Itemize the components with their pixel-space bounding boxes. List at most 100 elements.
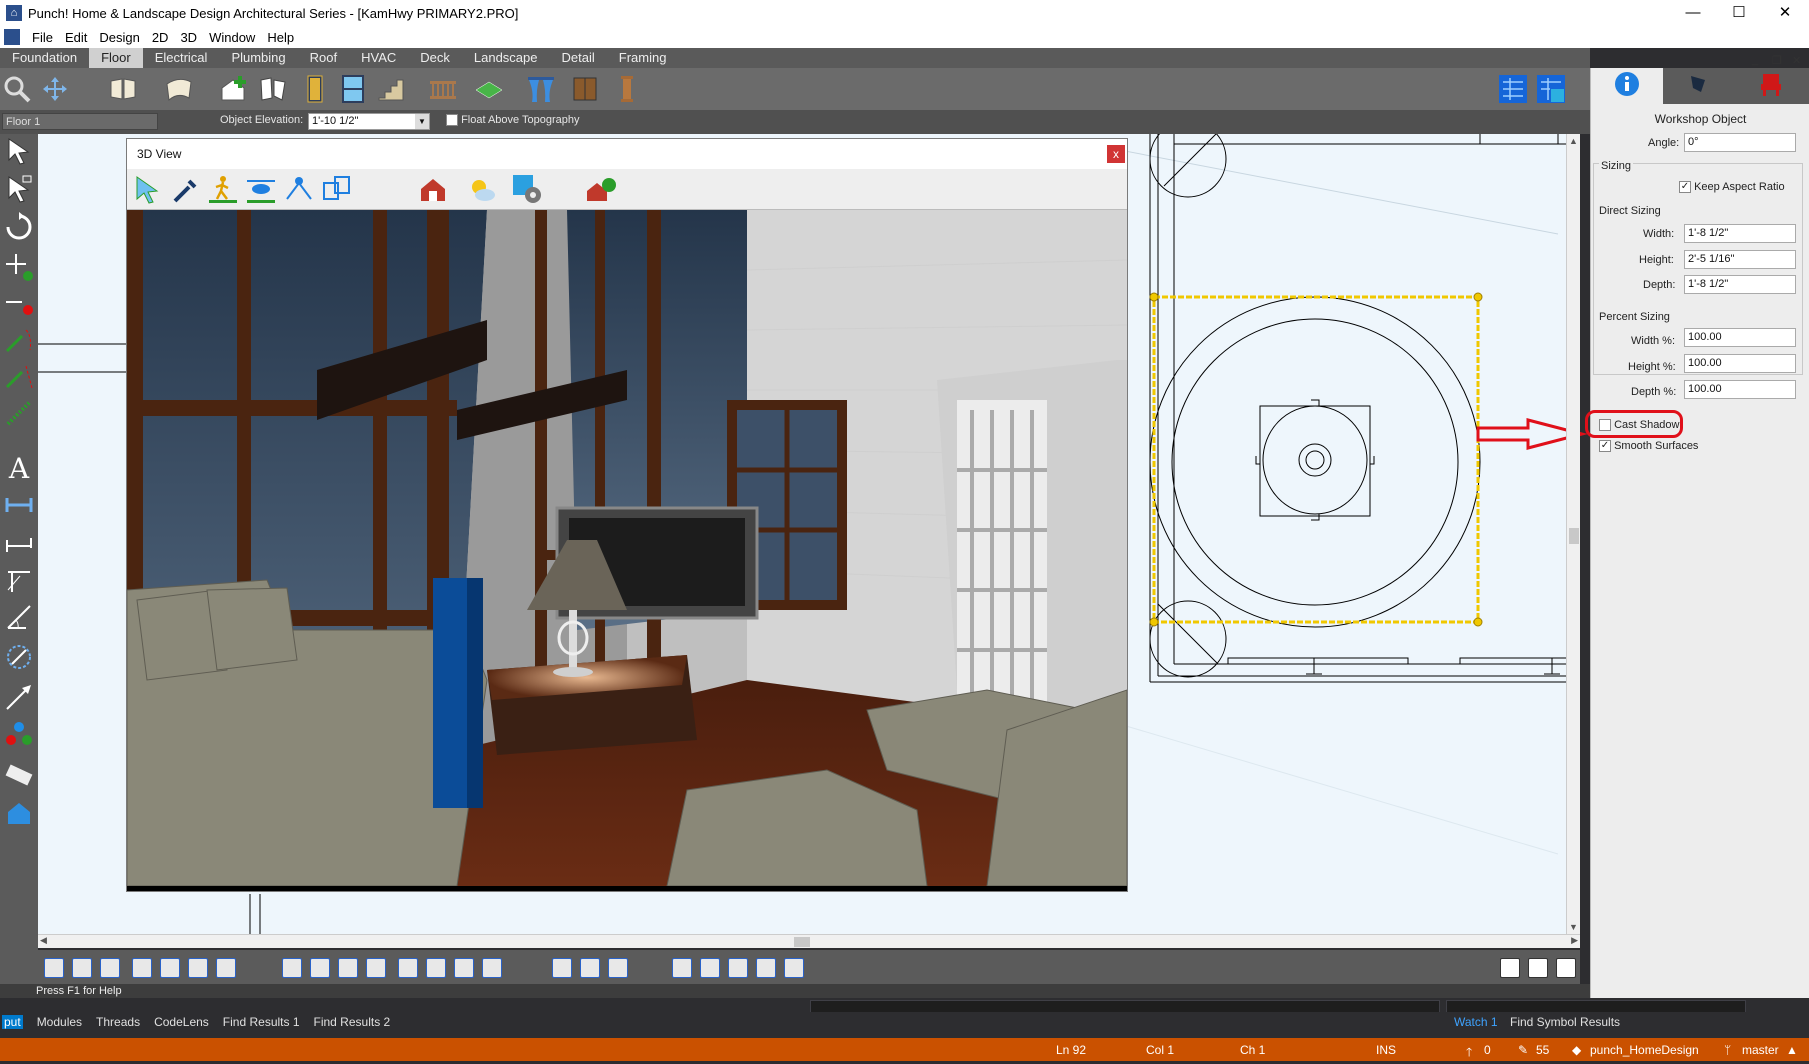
window-icon[interactable] — [338, 74, 368, 104]
walk-icon[interactable] — [207, 173, 239, 205]
distribute-hc-icon[interactable] — [310, 958, 330, 978]
view-frames-icon[interactable] — [321, 173, 353, 205]
tab-find-symbol-results[interactable]: Find Symbol Results — [1510, 1015, 1620, 1029]
angle-input[interactable]: 0° — [1684, 133, 1796, 152]
selection-box[interactable] — [1152, 295, 1480, 624]
tab-framing[interactable]: Framing — [607, 48, 679, 68]
view-single-icon[interactable] — [1500, 958, 1520, 978]
tab-find-results-1[interactable]: Find Results 1 — [223, 1015, 300, 1029]
commits-up[interactable]: 0 — [1484, 1043, 1491, 1057]
hatch-icon[interactable] — [4, 398, 34, 428]
multi-select-icon[interactable] — [4, 174, 34, 204]
mdi-close-button[interactable]: ✕ — [1792, 54, 1801, 67]
floor-select[interactable]: Floor 1 — [2, 113, 158, 130]
align-vcenter-icon[interactable] — [188, 958, 208, 978]
checkbox-icon[interactable] — [446, 114, 458, 127]
menu-help[interactable]: Help — [267, 30, 294, 45]
landscape-house-icon[interactable] — [585, 173, 617, 205]
render-viewport[interactable] — [127, 210, 1127, 886]
depth-pct-input[interactable]: 100.00 — [1684, 380, 1796, 399]
zoom-icon[interactable] — [2, 74, 32, 104]
scroll-down-icon[interactable]: ▼ — [1569, 922, 1578, 932]
ruler-icon[interactable] — [4, 760, 34, 790]
mdi-restore-button[interactable]: ❐ — [1772, 54, 1782, 67]
tab-detail[interactable]: Detail — [550, 48, 607, 68]
scroll-left-icon[interactable]: ◀ — [40, 935, 47, 946]
railing-icon[interactable] — [428, 74, 458, 104]
space-h-icon[interactable] — [366, 958, 386, 978]
h-scroll-thumb[interactable] — [794, 937, 810, 947]
chevron-down-icon[interactable]: ▼ — [415, 114, 429, 129]
distribute-v-icon[interactable] — [398, 958, 418, 978]
width-pct-input[interactable]: 100.00 — [1684, 328, 1796, 347]
tab-foundation[interactable]: Foundation — [0, 48, 89, 68]
color-balls-icon[interactable] — [4, 720, 34, 750]
align-middle-icon[interactable] — [132, 958, 152, 978]
tab-hvac[interactable]: HVAC — [349, 48, 408, 68]
same-width-icon[interactable] — [580, 958, 600, 978]
horizontal-scrollbar[interactable]: ◀ ▶ — [38, 934, 1580, 948]
tab-furniture[interactable] — [1735, 68, 1807, 104]
helicopter-icon[interactable] — [245, 173, 277, 205]
distribute-h-icon[interactable] — [282, 958, 302, 978]
smooth-surfaces-checkbox[interactable]: ✓ Smooth Surfaces — [1599, 440, 1698, 453]
pan-icon[interactable] — [40, 74, 70, 104]
menu-design[interactable]: Design — [99, 30, 139, 45]
door-icon[interactable] — [300, 74, 330, 104]
height-input[interactable]: 2'-5 1/16" — [1684, 250, 1796, 269]
view-double-icon[interactable] — [1528, 958, 1548, 978]
tab-codelens[interactable]: CodeLens — [154, 1015, 209, 1029]
flooring-icon[interactable] — [474, 74, 504, 104]
mirror-h-icon[interactable] — [700, 958, 720, 978]
distribute-hr-icon[interactable] — [338, 958, 358, 978]
align-top-icon[interactable] — [160, 958, 180, 978]
join-line-icon[interactable] — [4, 362, 34, 392]
align-left-icon[interactable] — [44, 958, 64, 978]
view-3d-close-button[interactable]: x — [1107, 145, 1125, 163]
tab-deck[interactable]: Deck — [408, 48, 462, 68]
delete-point-icon[interactable] — [4, 290, 34, 320]
scroll-right-icon[interactable]: ▶ — [1571, 935, 1578, 946]
render-settings-icon[interactable] — [511, 173, 543, 205]
float-topography-checkbox[interactable]: Float Above Topography — [446, 114, 580, 127]
repo-name[interactable]: punch_HomeDesign — [1590, 1043, 1699, 1057]
house-icon[interactable] — [4, 798, 34, 828]
maximize-button[interactable]: ☐ — [1716, 0, 1762, 26]
depth-input[interactable]: 1'-8 1/2" — [1684, 275, 1796, 294]
angle-dimension-icon[interactable] — [4, 564, 34, 594]
mirror-v-icon[interactable] — [728, 958, 748, 978]
width-input[interactable]: 1'-8 1/2" — [1684, 224, 1796, 243]
menu-window[interactable]: Window — [209, 30, 255, 45]
select-arrow-icon[interactable] — [131, 173, 163, 205]
tab-modules[interactable]: Modules — [37, 1015, 82, 1029]
checkbox-icon[interactable]: ✓ — [1599, 440, 1611, 453]
flip-v-icon[interactable] — [784, 958, 804, 978]
keep-aspect-checkbox[interactable]: ✓ Keep Aspect Ratio — [1679, 181, 1785, 194]
add-room-icon[interactable] — [218, 74, 248, 104]
tab-info[interactable] — [1591, 68, 1663, 104]
select-arrow-icon[interactable] — [4, 136, 34, 166]
break-line-icon[interactable] — [4, 326, 34, 356]
same-height-icon[interactable] — [608, 958, 628, 978]
align-center-icon[interactable] — [72, 958, 92, 978]
stairs-icon[interactable] — [376, 74, 406, 104]
menu-3d[interactable]: 3D — [180, 30, 197, 45]
view-full-icon[interactable] — [1556, 958, 1576, 978]
tab-output[interactable]: put — [2, 1015, 23, 1029]
same-size-icon[interactable] — [552, 958, 572, 978]
curtains-icon[interactable] — [526, 74, 556, 104]
weather-icon[interactable] — [465, 173, 497, 205]
tab-threads[interactable]: Threads — [96, 1015, 140, 1029]
line-icon[interactable] — [4, 528, 34, 558]
align-bottom-icon[interactable] — [216, 958, 236, 978]
tab-watch-1[interactable]: Watch 1 — [1454, 1015, 1498, 1029]
flip-h-icon[interactable] — [756, 958, 776, 978]
menu-file[interactable]: File — [32, 30, 53, 45]
break-wall-icon[interactable] — [258, 74, 288, 104]
height-pct-input[interactable]: 100.00 — [1684, 354, 1796, 373]
tab-floor[interactable]: Floor — [89, 48, 143, 68]
text-icon[interactable]: A — [4, 452, 34, 482]
tab-paint[interactable] — [1663, 68, 1735, 104]
tab-landscape[interactable]: Landscape — [462, 48, 550, 68]
house-render-icon[interactable] — [417, 173, 449, 205]
